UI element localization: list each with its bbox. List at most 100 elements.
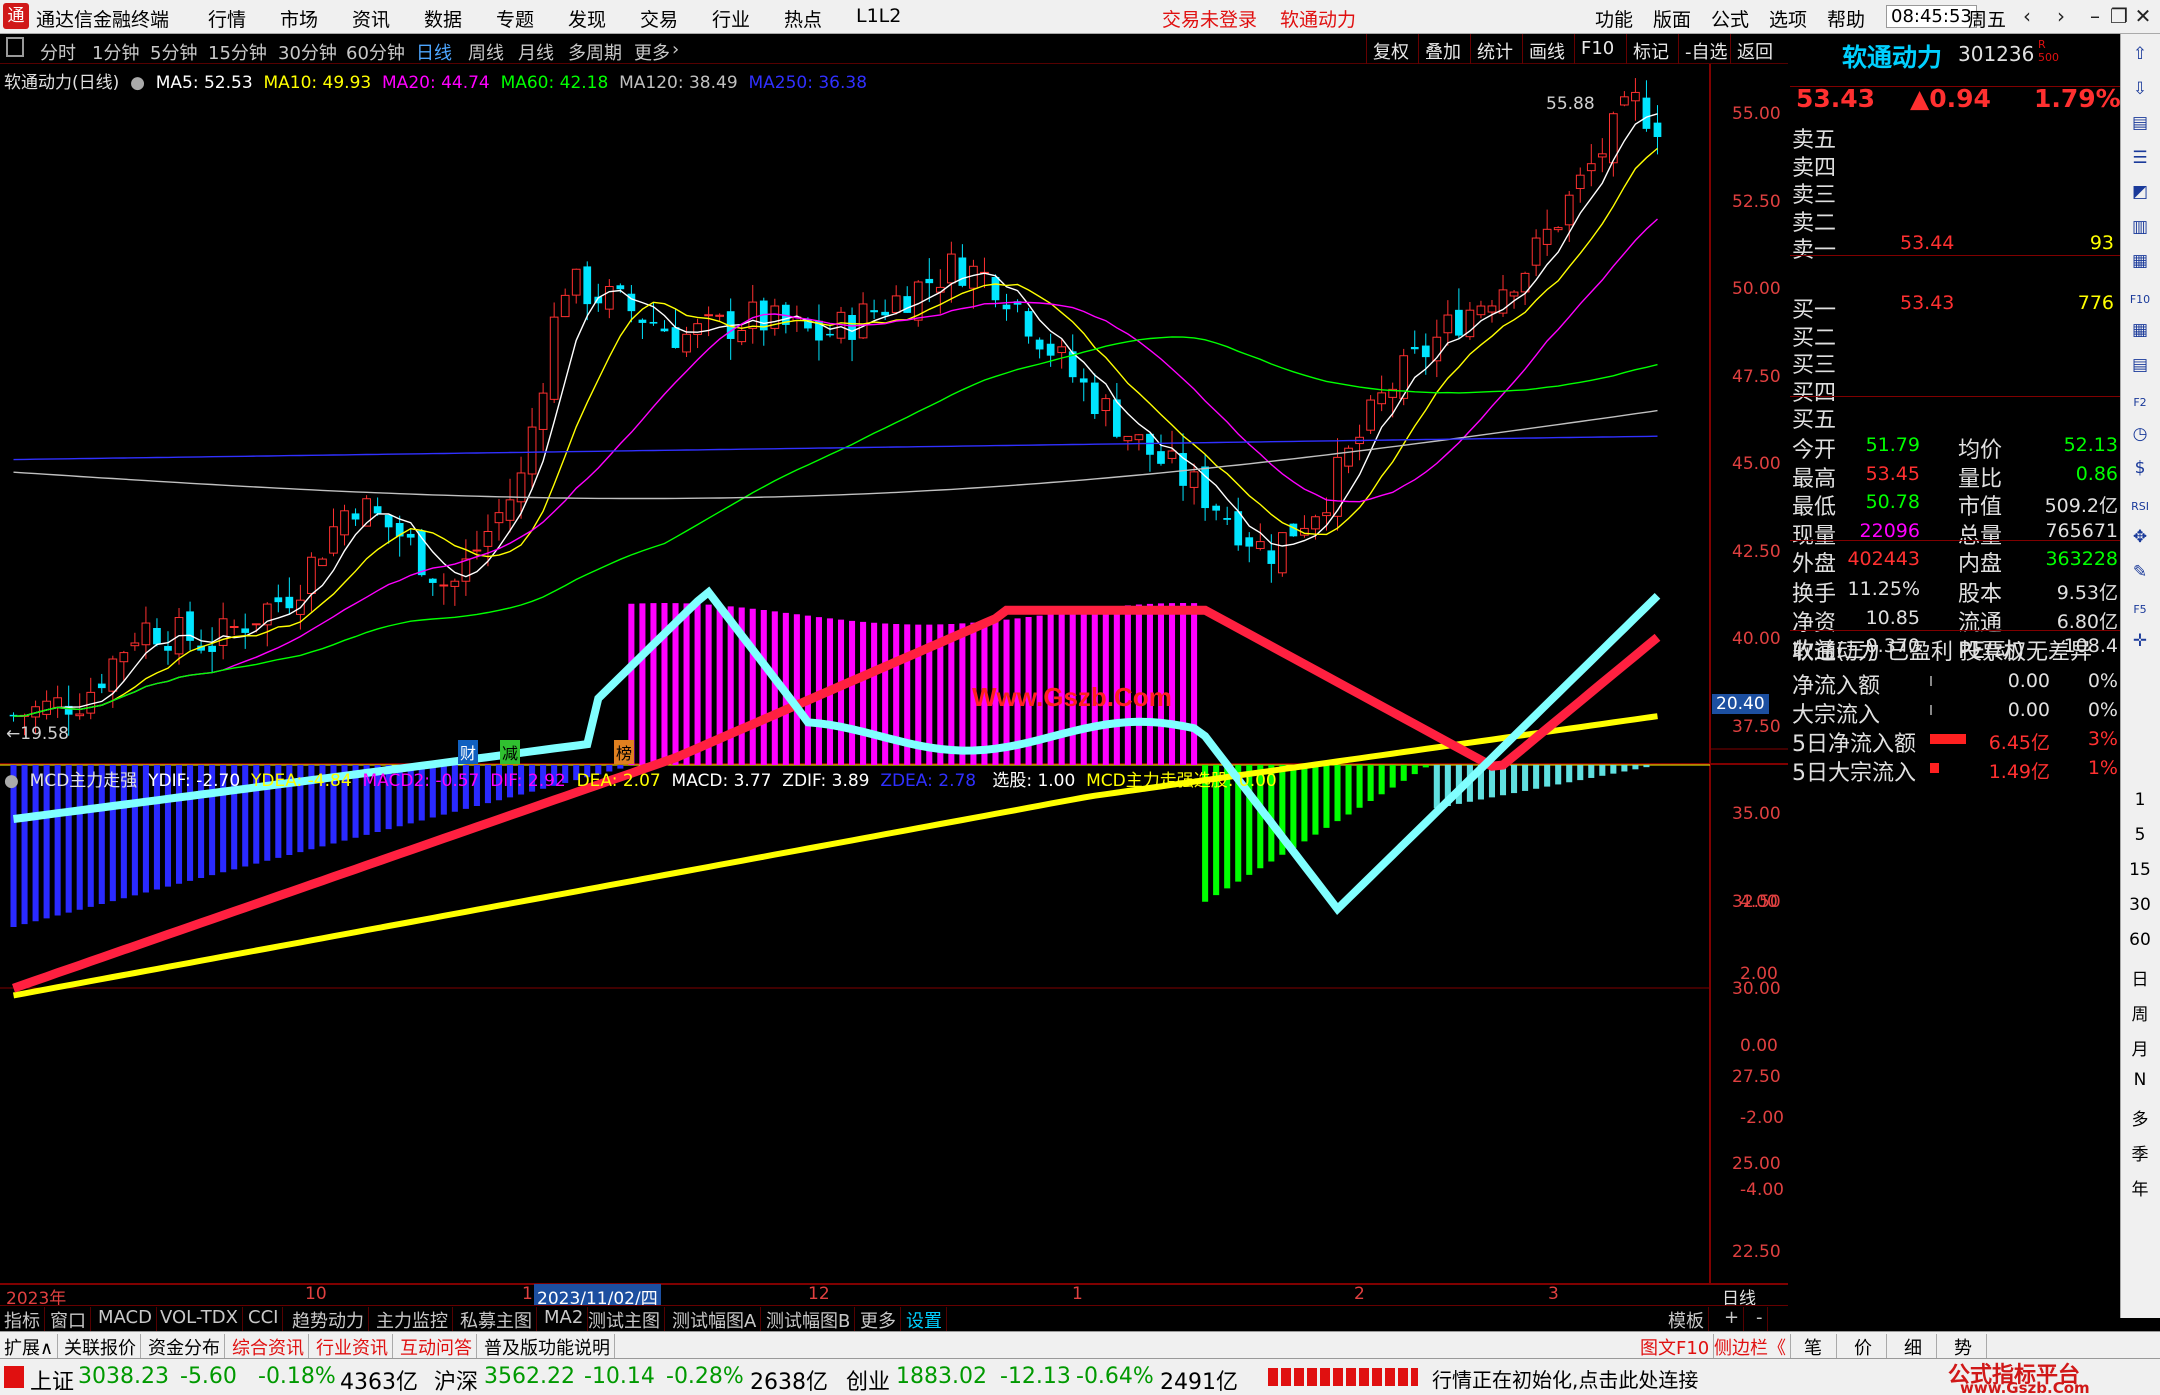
period-60min[interactable]: 60分钟 bbox=[346, 39, 405, 65]
side-period-11[interactable]: 年 bbox=[2125, 1175, 2155, 1203]
link-quote-button[interactable]: 关联报价 bbox=[60, 1334, 141, 1360]
tab-bi[interactable]: 笔 bbox=[1790, 1334, 1837, 1360]
period-daily[interactable]: 日线 bbox=[416, 39, 452, 65]
menu-jiaoyi[interactable]: 交易 bbox=[640, 5, 678, 32]
tab-template[interactable]: 模板 bbox=[1664, 1307, 1709, 1332]
tab-chuangkou[interactable]: 窗口 bbox=[46, 1307, 91, 1332]
settings-icon[interactable]: ● bbox=[125, 73, 151, 93]
side-period-2[interactable]: 15 bbox=[2125, 860, 2155, 888]
btn-diejia[interactable]: 叠加 bbox=[1418, 34, 1467, 64]
menu-zixun[interactable]: 资讯 bbox=[352, 5, 390, 32]
f10-graphic-button[interactable]: 图文F10 bbox=[1636, 1334, 1715, 1360]
tab-ceshi-b[interactable]: 测试幅图B bbox=[762, 1307, 856, 1332]
connection-message[interactable]: 行情正在初始化,点击此处连接 bbox=[1432, 1364, 1698, 1393]
period-monthly[interactable]: 月线 bbox=[518, 39, 554, 65]
menu-banmian[interactable]: 版面 bbox=[1653, 5, 1691, 32]
period-multi[interactable]: 多周期 bbox=[568, 39, 622, 65]
tab-zhibiao[interactable]: 指标 bbox=[0, 1307, 45, 1332]
tab-settings[interactable]: 设置 bbox=[902, 1307, 947, 1332]
chevron-right-icon[interactable]: › bbox=[672, 39, 679, 60]
down-arrow-icon[interactable]: ⇩ bbox=[2125, 79, 2155, 107]
page-icon[interactable]: ▤ bbox=[2125, 113, 2155, 141]
side-period-10[interactable]: 季 bbox=[2125, 1140, 2155, 1168]
edition-info-button[interactable]: 普及版功能说明 bbox=[480, 1334, 615, 1360]
sell-level-row[interactable]: 卖四 bbox=[1790, 150, 2120, 181]
menu-bangzhu[interactable]: 帮助 bbox=[1827, 5, 1865, 32]
chart-icon[interactable]: ◩ bbox=[2125, 182, 2155, 210]
period-1min[interactable]: 1分钟 bbox=[92, 39, 139, 65]
side-period-3[interactable]: 30 bbox=[2125, 895, 2155, 923]
menu-faxian[interactable]: 发现 bbox=[568, 5, 606, 32]
index-arrow-icon[interactable] bbox=[4, 1366, 24, 1388]
buy-level-row[interactable]: 买三 bbox=[1790, 347, 2120, 378]
tab-macd[interactable]: MACD bbox=[94, 1307, 157, 1331]
tab-simu[interactable]: 私募主图 bbox=[456, 1307, 537, 1332]
index-hs-name[interactable]: 沪深 bbox=[434, 1364, 478, 1395]
menu-zhuanti[interactable]: 专题 bbox=[496, 5, 534, 32]
sell-level-row[interactable]: 卖一 53.44 93 bbox=[1790, 232, 2120, 263]
tab-xi[interactable]: 细 bbox=[1890, 1334, 1937, 1360]
sell-level-row[interactable]: 卖三 bbox=[1790, 177, 2120, 208]
tab-qushi[interactable]: 趋势动力 bbox=[288, 1307, 369, 1332]
move-icon[interactable]: ✥ bbox=[2125, 527, 2155, 555]
tab-vol-tdx[interactable]: VOL-TDX bbox=[156, 1307, 243, 1331]
side-period-9[interactable]: 多 bbox=[2125, 1105, 2155, 1133]
event-badge-rank[interactable]: 榜 bbox=[614, 740, 635, 764]
tab-cci[interactable]: CCI bbox=[244, 1307, 284, 1331]
clock-icon[interactable]: ◷ bbox=[2125, 424, 2155, 452]
period-fenshi[interactable]: 分时 bbox=[40, 39, 76, 65]
index-cy-name[interactable]: 创业 bbox=[846, 1364, 890, 1395]
side-period-6[interactable]: 周 bbox=[2125, 1000, 2155, 1028]
rsi-icon[interactable]: RSI bbox=[2125, 493, 2155, 521]
tab-jia[interactable]: 价 bbox=[1840, 1334, 1887, 1360]
btn-fuquan[interactable]: 复权 bbox=[1366, 34, 1415, 64]
buy-level-row[interactable]: 买五 bbox=[1790, 402, 2120, 433]
event-badge-reduce[interactable]: 减 bbox=[500, 740, 521, 764]
side-period-7[interactable]: 月 bbox=[2125, 1035, 2155, 1063]
chart-canvas[interactable] bbox=[0, 64, 1788, 1305]
up-arrow-icon[interactable]: ⇧ bbox=[2125, 44, 2155, 72]
money-icon[interactable]: $ bbox=[2125, 458, 2155, 486]
sidebar-toggle-button[interactable]: 侧边栏《 bbox=[1710, 1334, 1791, 1360]
side-period-5[interactable]: 日 bbox=[2125, 965, 2155, 993]
period-weekly[interactable]: 周线 bbox=[468, 39, 504, 65]
remove-button[interactable]: - bbox=[1752, 1307, 1768, 1331]
doc-icon[interactable]: ▦ bbox=[2125, 251, 2155, 279]
btn-f10[interactable]: F10 bbox=[1574, 34, 1620, 64]
f5-icon[interactable]: F5 bbox=[2125, 596, 2155, 624]
f10-icon[interactable]: F10 bbox=[2125, 286, 2155, 314]
btn-tongji[interactable]: 统计 bbox=[1470, 34, 1519, 64]
buy-level-row[interactable]: 买二 bbox=[1790, 320, 2120, 351]
menu-hangqing[interactable]: 行情 bbox=[208, 5, 246, 32]
menu-xuanxiang[interactable]: 选项 bbox=[1769, 5, 1807, 32]
btn-zixuan[interactable]: -自选 bbox=[1678, 34, 1734, 64]
btn-fanhui[interactable]: 返回 bbox=[1730, 34, 1779, 64]
cross-icon[interactable]: ✛ bbox=[2125, 631, 2155, 659]
side-period-1[interactable]: 5 bbox=[2125, 825, 2155, 853]
tab-ceshi-zhutu[interactable]: 测试主图 bbox=[584, 1307, 665, 1332]
period-30min[interactable]: 30分钟 bbox=[278, 39, 337, 65]
pen-icon[interactable]: ✎ bbox=[2125, 562, 2155, 590]
industry-news-button[interactable]: 行业资讯 bbox=[312, 1334, 393, 1360]
menu-l1l2[interactable]: L1L2 bbox=[856, 5, 901, 27]
settings-icon[interactable]: ● bbox=[4, 771, 24, 791]
btn-huaxian[interactable]: 画线 bbox=[1522, 34, 1571, 64]
btn-biaoji[interactable]: 标记 bbox=[1626, 34, 1675, 64]
side-period-8[interactable]: N bbox=[2125, 1070, 2155, 1098]
menu-shuju[interactable]: 数据 bbox=[424, 5, 462, 32]
buy-level-row[interactable]: 买一 53.43 776 bbox=[1790, 292, 2120, 323]
forward-arrow-icon[interactable]: › bbox=[2046, 2, 2076, 30]
menu-redian[interactable]: 热点 bbox=[784, 5, 822, 32]
tab-more[interactable]: 更多 bbox=[856, 1307, 901, 1332]
close-icon[interactable]: ✕ bbox=[2128, 2, 2158, 30]
buy-level-row[interactable]: 买四 bbox=[1790, 375, 2120, 406]
grid-icon[interactable]: ▦ bbox=[2125, 320, 2155, 348]
side-period-0[interactable]: 1 bbox=[2125, 790, 2155, 818]
period-15min[interactable]: 15分钟 bbox=[208, 39, 267, 65]
fund-dist-button[interactable]: 资金分布 bbox=[144, 1334, 225, 1360]
sell-level-row[interactable]: 卖五 bbox=[1790, 122, 2120, 153]
period-5min[interactable]: 5分钟 bbox=[150, 39, 197, 65]
add-button[interactable]: + bbox=[1720, 1307, 1745, 1331]
book-icon[interactable]: ▤ bbox=[2125, 355, 2155, 383]
period-more[interactable]: 更多 bbox=[634, 39, 670, 65]
